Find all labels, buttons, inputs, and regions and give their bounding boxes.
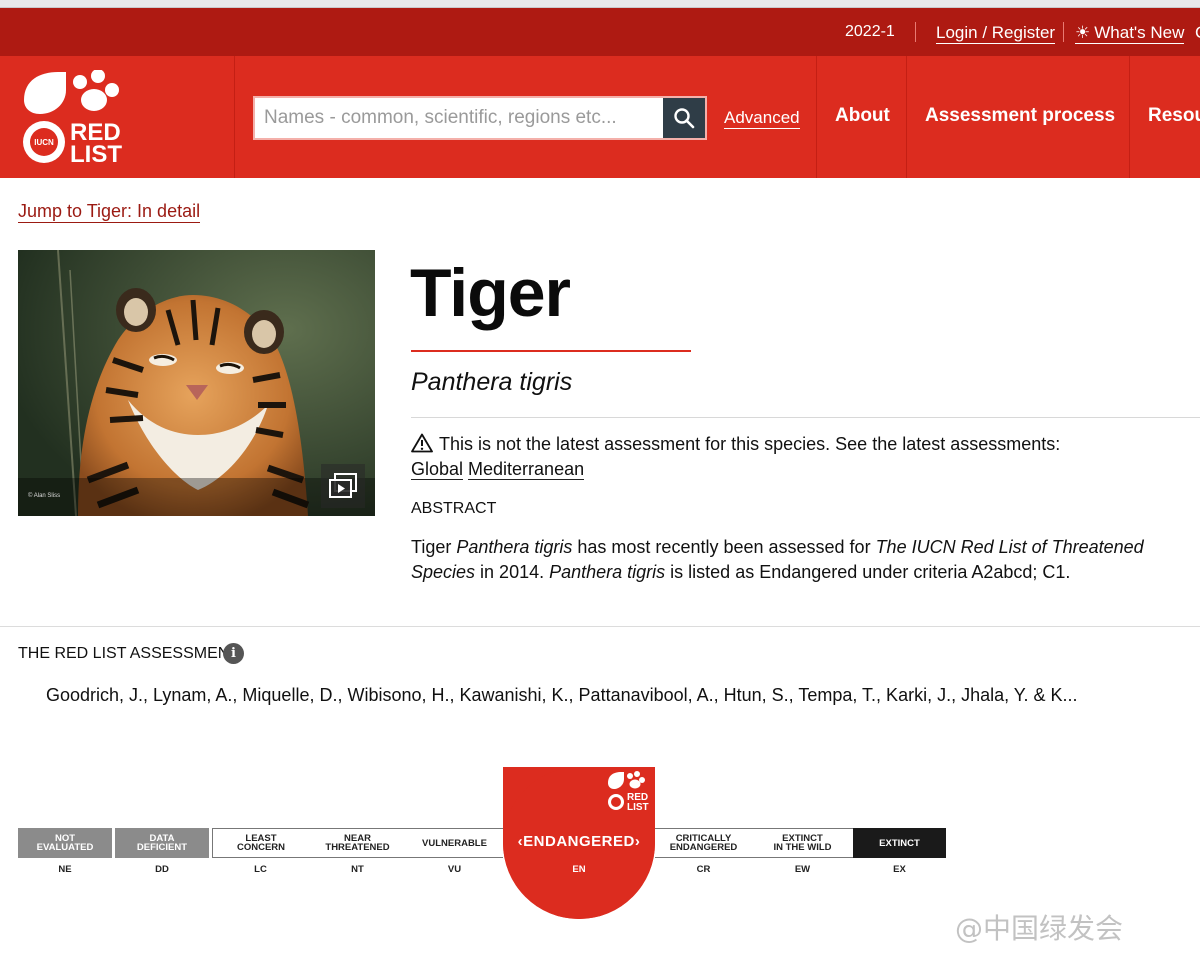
nav-divider bbox=[816, 56, 817, 178]
selected-category-label: ‹ENDANGERED› bbox=[517, 833, 641, 850]
chevron-right-icon: › bbox=[634, 833, 641, 850]
advanced-search-link[interactable]: Advanced bbox=[724, 108, 800, 129]
red-list-mini-logo: RED LIST bbox=[608, 771, 649, 813]
search-icon bbox=[674, 108, 695, 129]
category-lc: LEAST CONCERN bbox=[212, 828, 309, 858]
section-divider bbox=[0, 626, 1200, 627]
abstract-text: Tiger Panthera tigris has most recently … bbox=[411, 537, 1144, 582]
region-link-global[interactable]: Global bbox=[411, 459, 464, 480]
category-vu: VULNERABLE bbox=[406, 828, 503, 858]
assessors-list: Goodrich, J., Lynam, A., Miquelle, D., W… bbox=[46, 685, 1078, 705]
watermark: @中国绿发会 bbox=[955, 912, 1124, 945]
nav-divider bbox=[906, 56, 907, 178]
category-code-vu: VU bbox=[447, 864, 462, 875]
category-code-ne: NE bbox=[58, 864, 72, 875]
nav-divider bbox=[234, 56, 235, 178]
info-icon[interactable]: i bbox=[223, 643, 244, 664]
gallery-play-icon bbox=[329, 473, 357, 498]
category-code-lc: LC bbox=[254, 864, 267, 875]
species-photo[interactable]: © Alan Sliss bbox=[18, 250, 375, 516]
species-common-name: Tiger bbox=[410, 255, 571, 331]
assessment-notice: This is not the latest assessment for th… bbox=[411, 433, 1060, 455]
utility-bar: 2022-1 Login / Register ☀What's New C bbox=[0, 8, 1200, 56]
divider bbox=[1063, 22, 1064, 42]
login-register-link[interactable]: Login / Register bbox=[936, 23, 1056, 44]
red-list-logo[interactable]: IUCN RED LIST bbox=[22, 70, 132, 166]
category-ne: NOT EVALUATED bbox=[18, 828, 112, 858]
sun-icon: ☀ bbox=[1075, 23, 1091, 42]
gallery-button[interactable] bbox=[321, 464, 365, 508]
nav-about[interactable]: About bbox=[835, 105, 890, 127]
selected-category-code: EN bbox=[572, 864, 586, 875]
category-ex: EXTINCT bbox=[853, 828, 946, 858]
title-underline bbox=[411, 350, 691, 352]
category-code-cr: CR bbox=[696, 864, 711, 875]
jump-to-detail-link[interactable]: Jump to Tiger: In detail bbox=[18, 200, 201, 223]
species-scientific-name: Panthera tigris bbox=[411, 368, 573, 396]
divider bbox=[915, 22, 916, 42]
version-label: 2022-1 bbox=[845, 23, 895, 40]
search-button[interactable] bbox=[663, 98, 705, 138]
category-code-ex: EX bbox=[893, 864, 906, 875]
category-code-nt: NT bbox=[351, 864, 364, 875]
region-link-mediterranean[interactable]: Mediterranean bbox=[468, 459, 585, 480]
nav-assessment-process[interactable]: Assessment process bbox=[925, 105, 1115, 127]
mini-logo-text-list: LIST bbox=[627, 802, 649, 813]
whats-new-label: What's New bbox=[1094, 23, 1185, 42]
logo-badge-text: IUCN bbox=[34, 138, 54, 147]
notice-text: This is not the latest assessment for th… bbox=[439, 434, 1061, 454]
category-code-ew: EW bbox=[794, 864, 811, 875]
whats-new-link[interactable]: ☀ What's New bbox=[1075, 23, 1185, 44]
category-code-dd: DD bbox=[155, 864, 169, 875]
logo-text-list: LIST bbox=[70, 141, 122, 166]
overflow-nav-item[interactable]: C bbox=[1195, 23, 1200, 43]
category-dd: DATA DEFICIENT bbox=[115, 828, 209, 858]
category-cr: CRITICALLY ENDANGERED bbox=[655, 828, 752, 858]
browser-top-strip bbox=[0, 0, 1200, 8]
category-ew: EXTINCT IN THE WILD bbox=[752, 828, 853, 858]
main-header: IUCN RED LIST Advanced About Assessment … bbox=[0, 56, 1200, 178]
divider bbox=[411, 417, 1200, 418]
search-input[interactable] bbox=[255, 98, 663, 138]
region-links: Global Mediterranean bbox=[411, 458, 589, 480]
category-nt: NEAR THREATENED bbox=[309, 828, 406, 858]
nav-resources[interactable]: Resou bbox=[1148, 105, 1200, 127]
red-list-assessment-heading: THE RED LIST ASSESSMENT bbox=[18, 645, 240, 662]
warning-icon bbox=[411, 433, 433, 453]
nav-divider bbox=[1129, 56, 1130, 178]
search-box bbox=[253, 96, 707, 140]
photo-credit: © Alan Sliss bbox=[28, 493, 61, 499]
abstract-heading: ABSTRACT bbox=[411, 500, 497, 517]
